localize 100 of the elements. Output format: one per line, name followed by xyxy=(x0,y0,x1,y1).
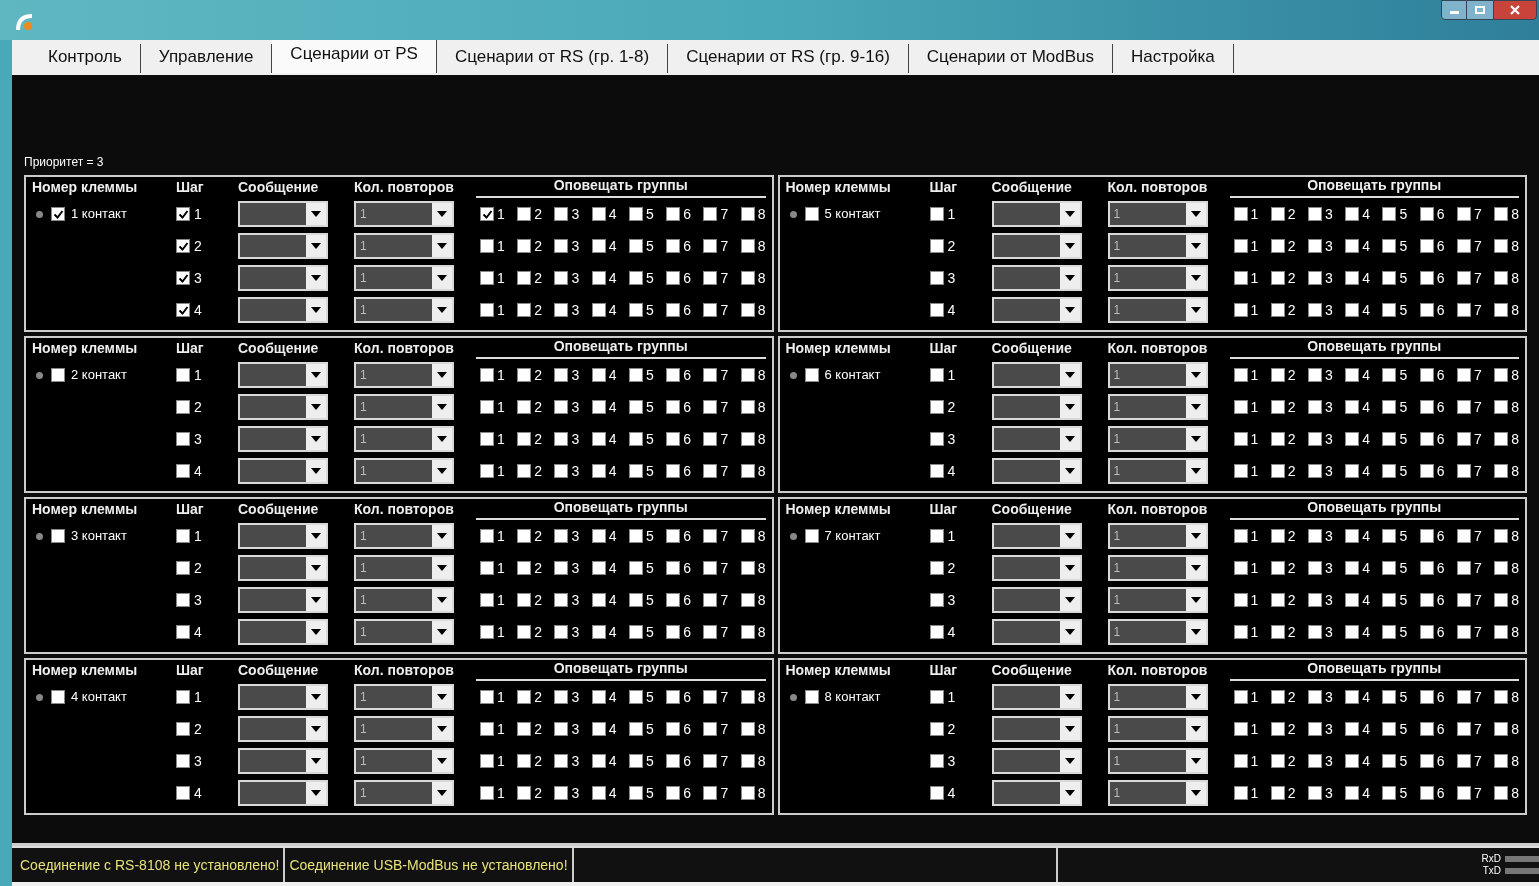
checkbox[interactable] xyxy=(1307,786,1322,800)
dropdown[interactable] xyxy=(238,458,328,484)
checkbox[interactable] xyxy=(740,303,755,317)
dropdown[interactable]: 1 xyxy=(354,297,454,323)
checkbox[interactable] xyxy=(1270,400,1285,414)
checkbox[interactable] xyxy=(591,690,606,704)
checkbox[interactable] xyxy=(1419,722,1434,736)
dropdown[interactable] xyxy=(991,748,1082,774)
dropdown[interactable]: 1 xyxy=(354,780,454,806)
dropdown[interactable]: 1 xyxy=(354,426,454,452)
dropdown[interactable]: 1 xyxy=(354,265,454,291)
checkbox[interactable] xyxy=(1307,303,1322,317)
checkbox[interactable] xyxy=(1382,625,1397,639)
checkbox[interactable] xyxy=(1419,368,1434,382)
checkbox[interactable] xyxy=(517,303,532,317)
checkbox[interactable] xyxy=(1456,368,1471,382)
checkbox[interactable] xyxy=(703,368,718,382)
checkbox[interactable] xyxy=(1494,625,1509,639)
dropdown[interactable] xyxy=(238,233,328,259)
checkbox[interactable] xyxy=(517,400,532,414)
checkbox[interactable] xyxy=(1456,271,1471,285)
checkbox[interactable] xyxy=(929,561,944,575)
checkbox[interactable] xyxy=(1307,561,1322,575)
checkbox[interactable] xyxy=(517,207,532,221)
checkbox[interactable] xyxy=(1233,690,1248,704)
checkbox[interactable] xyxy=(517,722,532,736)
checkbox[interactable] xyxy=(1233,239,1248,253)
checkbox[interactable] xyxy=(1233,561,1248,575)
checkbox[interactable] xyxy=(517,239,532,253)
checkbox[interactable] xyxy=(1382,239,1397,253)
checkbox[interactable] xyxy=(628,239,643,253)
checkbox[interactable] xyxy=(740,561,755,575)
checkbox[interactable] xyxy=(740,529,755,543)
checkbox[interactable] xyxy=(517,593,532,607)
dropdown[interactable]: 1 xyxy=(354,716,454,742)
checkbox[interactable] xyxy=(929,754,944,768)
checkbox[interactable] xyxy=(1233,207,1248,221)
checkbox[interactable] xyxy=(740,722,755,736)
checkbox[interactable] xyxy=(929,690,944,704)
checkbox[interactable] xyxy=(554,690,569,704)
dropdown[interactable] xyxy=(991,716,1082,742)
checkbox[interactable] xyxy=(517,786,532,800)
checkbox[interactable] xyxy=(554,271,569,285)
checkbox[interactable] xyxy=(628,593,643,607)
checkbox[interactable] xyxy=(1233,400,1248,414)
checkbox[interactable] xyxy=(1233,303,1248,317)
checkbox[interactable] xyxy=(1494,786,1509,800)
checkbox[interactable] xyxy=(176,368,190,382)
dropdown[interactable] xyxy=(991,780,1082,806)
checkbox[interactable] xyxy=(1307,207,1322,221)
checkbox[interactable] xyxy=(740,239,755,253)
checkbox[interactable] xyxy=(666,271,681,285)
dropdown[interactable] xyxy=(238,394,328,420)
checkbox[interactable] xyxy=(176,561,190,575)
dropdown[interactable]: 1 xyxy=(1107,233,1208,259)
checkbox[interactable] xyxy=(1419,690,1434,704)
checkbox[interactable] xyxy=(703,271,718,285)
checkbox[interactable] xyxy=(176,432,190,446)
checkbox[interactable] xyxy=(1233,722,1248,736)
checkbox[interactable] xyxy=(1345,303,1360,317)
checkbox[interactable] xyxy=(517,529,532,543)
checkbox[interactable] xyxy=(1456,593,1471,607)
checkbox[interactable] xyxy=(480,625,494,639)
dropdown[interactable] xyxy=(238,684,328,710)
checkbox[interactable] xyxy=(703,593,718,607)
checkbox[interactable] xyxy=(628,754,643,768)
dropdown[interactable] xyxy=(991,233,1082,259)
checkbox[interactable] xyxy=(554,400,569,414)
checkbox[interactable] xyxy=(1345,207,1360,221)
tab[interactable]: Сценарии от PS xyxy=(272,40,437,73)
dropdown[interactable] xyxy=(991,587,1082,613)
checkbox[interactable] xyxy=(703,786,718,800)
checkbox[interactable] xyxy=(554,207,569,221)
checkbox[interactable] xyxy=(666,303,681,317)
checkbox[interactable] xyxy=(1419,464,1434,478)
checkbox[interactable] xyxy=(554,593,569,607)
checkbox[interactable] xyxy=(480,271,494,285)
checkbox[interactable] xyxy=(1270,722,1285,736)
checkbox[interactable] xyxy=(1494,561,1509,575)
checkbox[interactable] xyxy=(480,593,494,607)
checkbox[interactable] xyxy=(666,368,681,382)
checkbox[interactable] xyxy=(740,690,755,704)
checkbox[interactable] xyxy=(1419,561,1434,575)
checkbox[interactable] xyxy=(554,786,569,800)
checkbox[interactable] xyxy=(1307,239,1322,253)
dropdown[interactable]: 1 xyxy=(1107,780,1208,806)
checkbox[interactable] xyxy=(804,690,819,704)
checkbox[interactable] xyxy=(176,593,190,607)
checkbox[interactable] xyxy=(517,432,532,446)
checkbox[interactable] xyxy=(480,432,494,446)
checkbox[interactable] xyxy=(1345,722,1360,736)
checkbox[interactable] xyxy=(51,368,65,382)
dropdown[interactable] xyxy=(238,523,328,549)
checkbox[interactable] xyxy=(628,561,643,575)
checkbox[interactable] xyxy=(480,786,494,800)
checkbox[interactable] xyxy=(1345,625,1360,639)
checkbox[interactable] xyxy=(591,303,606,317)
dropdown[interactable]: 1 xyxy=(354,684,454,710)
checkbox[interactable] xyxy=(929,400,944,414)
checkbox[interactable] xyxy=(1419,303,1434,317)
